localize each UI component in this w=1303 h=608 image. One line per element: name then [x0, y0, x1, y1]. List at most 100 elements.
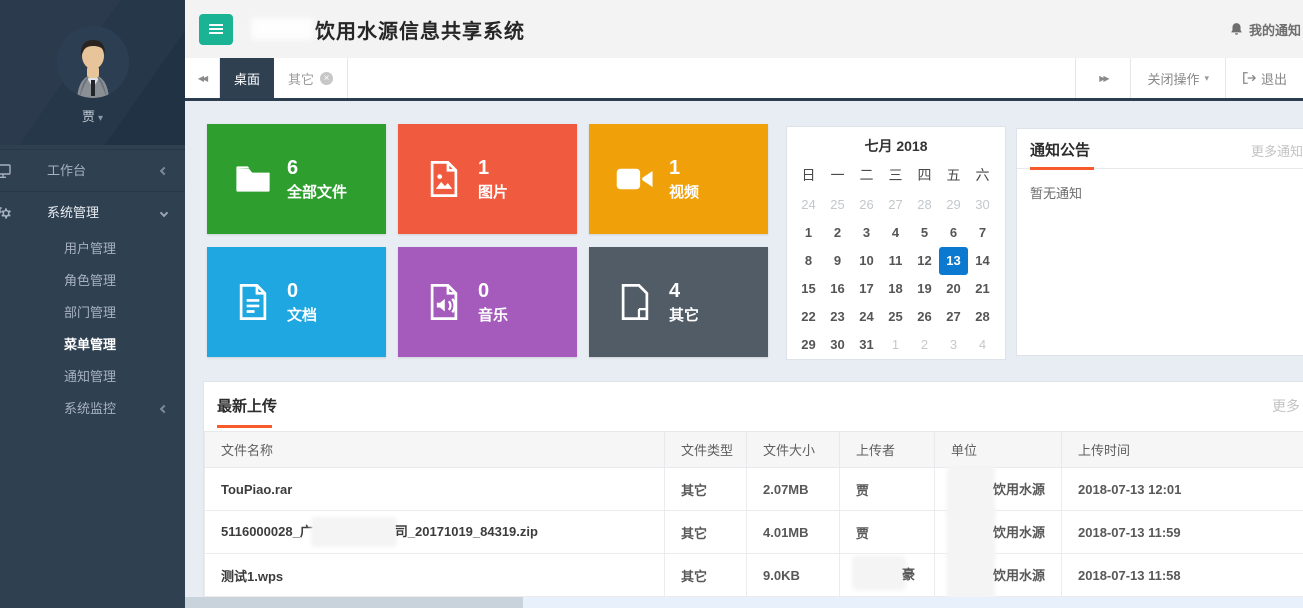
tab-bar: ◀◀ 桌面 其它 × ▶▶ 关闭操作 ▾ 退出	[185, 58, 1303, 101]
calendar-day-cell[interactable]: 24	[852, 303, 881, 331]
calendar-weekday: 三	[881, 161, 910, 191]
chevron-left-icon	[160, 167, 168, 175]
calendar-day-cell[interactable]: 2	[910, 331, 939, 359]
calendar-day-cell[interactable]: 18	[881, 275, 910, 303]
calendar-day-cell[interactable]: 14	[968, 247, 997, 275]
calendar-day-cell[interactable]: 28	[910, 191, 939, 219]
calendar-day-cell[interactable]: 28	[968, 303, 997, 331]
stat-card-all-files[interactable]: 6 全部文件	[207, 124, 386, 234]
table-cell-type: 其它	[665, 511, 747, 554]
calendar-day-cell[interactable]: 2	[823, 219, 852, 247]
calendar-day-cell[interactable]: 21	[968, 275, 997, 303]
calendar-day-cell[interactable]: 27	[939, 303, 968, 331]
document-icon	[234, 283, 272, 321]
close-operations-dropdown[interactable]: 关闭操作 ▾	[1131, 58, 1225, 98]
calendar-day-cell[interactable]: 26	[910, 303, 939, 331]
stat-card-images[interactable]: 1 图片	[398, 124, 577, 234]
calendar-day-cell[interactable]: 15	[794, 275, 823, 303]
scrollbar-thumb[interactable]	[185, 597, 523, 608]
image-file-icon	[425, 160, 463, 198]
sidebar-submenu-item[interactable]: 通知管理	[0, 361, 185, 393]
calendar-day-cell[interactable]: 12	[910, 247, 939, 275]
tab-other[interactable]: 其它 ×	[274, 58, 348, 98]
calendar-day-cell[interactable]: 27	[881, 191, 910, 219]
calendar-day-cell[interactable]: 3	[852, 219, 881, 247]
table-row[interactable]: TouPiao.rar其它2.07MB贾饮用水源2018-07-13 12:01	[205, 468, 1303, 511]
table-cell-uploader: 贾	[840, 511, 935, 554]
header: 饮用水源信息共享系统 我的通知	[185, 0, 1303, 58]
table-row[interactable]: 测试1.wps其它9.0KB豪饮用水源2018-07-13 11:58	[205, 554, 1303, 597]
calendar-day-cell[interactable]: 20	[939, 275, 968, 303]
tab-desktop[interactable]: 桌面	[220, 58, 274, 98]
calendar-day-cell[interactable]: 29	[794, 331, 823, 359]
calendar-day-cell[interactable]: 19	[910, 275, 939, 303]
tab-label: 桌面	[234, 69, 260, 88]
sidebar-submenu-item[interactable]: 部门管理	[0, 297, 185, 329]
table-cell-unit: 饮用水源	[935, 511, 1062, 554]
avatar[interactable]	[57, 26, 129, 98]
table-row[interactable]: 5116000028_广司_20171019_84319.zip其它4.01MB…	[205, 511, 1303, 554]
notice-panel: 通知公告 更多通知 暂无通知	[1016, 128, 1303, 356]
chevron-left-icon	[160, 405, 168, 413]
calendar-day-cell[interactable]: 30	[823, 331, 852, 359]
my-notifications-label: 我的通知	[1249, 20, 1301, 39]
calendar-day-cell[interactable]: 6	[939, 219, 968, 247]
calendar-day-cell[interactable]: 23	[823, 303, 852, 331]
calendar-weekday: 六	[968, 161, 997, 191]
calendar-day-cell[interactable]: 1	[794, 219, 823, 247]
redacted-blur	[315, 521, 393, 543]
card-count: 1	[669, 156, 699, 181]
sidebar-submenu-item[interactable]: 用户管理	[0, 233, 185, 265]
calendar-day-cell[interactable]: 1	[881, 331, 910, 359]
sidebar-submenu-label: 角色管理	[64, 273, 116, 288]
calendar-day-cell[interactable]: 24	[794, 191, 823, 219]
calendar-day-cell[interactable]: 11	[881, 247, 910, 275]
more-notices-link[interactable]: 更多通知	[1251, 141, 1303, 160]
calendar-day-cell[interactable]: 29	[939, 191, 968, 219]
sidebar-item-workbench[interactable]: 工作台	[0, 149, 185, 191]
close-icon[interactable]: ×	[320, 72, 333, 85]
calendar-day-cell[interactable]: 8	[794, 247, 823, 275]
stat-card-videos[interactable]: 1 视频	[589, 124, 768, 234]
calendar-day-cell[interactable]: 17	[852, 275, 881, 303]
card-text: 0 文档	[287, 279, 317, 325]
sidebar-submenu: 用户管理角色管理部门管理菜单管理通知管理系统监控	[0, 233, 185, 425]
sidebar-submenu-item[interactable]: 角色管理	[0, 265, 185, 297]
sidebar-submenu-item[interactable]: 菜单管理	[0, 329, 185, 361]
calendar-day-cell[interactable]: 9	[823, 247, 852, 275]
calendar-day-selected[interactable]: 13	[939, 247, 968, 275]
calendar-weekday: 五	[939, 161, 968, 191]
calendar-day-cell[interactable]: 25	[881, 303, 910, 331]
logout-button[interactable]: 退出	[1225, 58, 1303, 98]
calendar-day-cell[interactable]: 4	[881, 219, 910, 247]
calendar-weekday: 一	[823, 161, 852, 191]
calendar-day-cell[interactable]: 4	[968, 331, 997, 359]
calendar-day-cell[interactable]: 26	[852, 191, 881, 219]
tabs-scroll-right-button[interactable]: ▶▶	[1075, 58, 1131, 98]
stat-card-documents[interactable]: 0 文档	[207, 247, 386, 357]
calendar-day-cell[interactable]: 7	[968, 219, 997, 247]
more-uploads-link[interactable]: 更多	[1272, 396, 1300, 416]
sidebar-toggle-button[interactable]	[199, 14, 233, 45]
calendar-day-cell[interactable]: 3	[939, 331, 968, 359]
calendar-day-cell[interactable]: 10	[852, 247, 881, 275]
redacted-blur	[951, 512, 991, 556]
redacted-title-prefix	[251, 18, 313, 40]
username[interactable]: 贾▾	[0, 106, 185, 125]
stat-card-other[interactable]: 4 其它	[589, 247, 768, 357]
horizontal-scrollbar[interactable]	[185, 597, 1303, 608]
audio-file-icon	[425, 283, 463, 321]
calendar-day-cell[interactable]: 30	[968, 191, 997, 219]
sidebar-item-system[interactable]: 系统管理	[0, 191, 185, 233]
tabs-scroll-left-button[interactable]: ◀◀	[185, 58, 220, 98]
sidebar-submenu-item[interactable]: 系统监控	[0, 393, 185, 425]
card-label: 图片	[478, 181, 508, 202]
calendar-day-cell[interactable]: 22	[794, 303, 823, 331]
calendar-day-cell[interactable]: 25	[823, 191, 852, 219]
calendar-day-cell[interactable]: 16	[823, 275, 852, 303]
sidebar-submenu-label: 菜单管理	[64, 337, 116, 352]
my-notifications-button[interactable]: 我的通知	[1229, 0, 1301, 58]
calendar-day-cell[interactable]: 31	[852, 331, 881, 359]
stat-card-music[interactable]: 0 音乐	[398, 247, 577, 357]
calendar-day-cell[interactable]: 5	[910, 219, 939, 247]
